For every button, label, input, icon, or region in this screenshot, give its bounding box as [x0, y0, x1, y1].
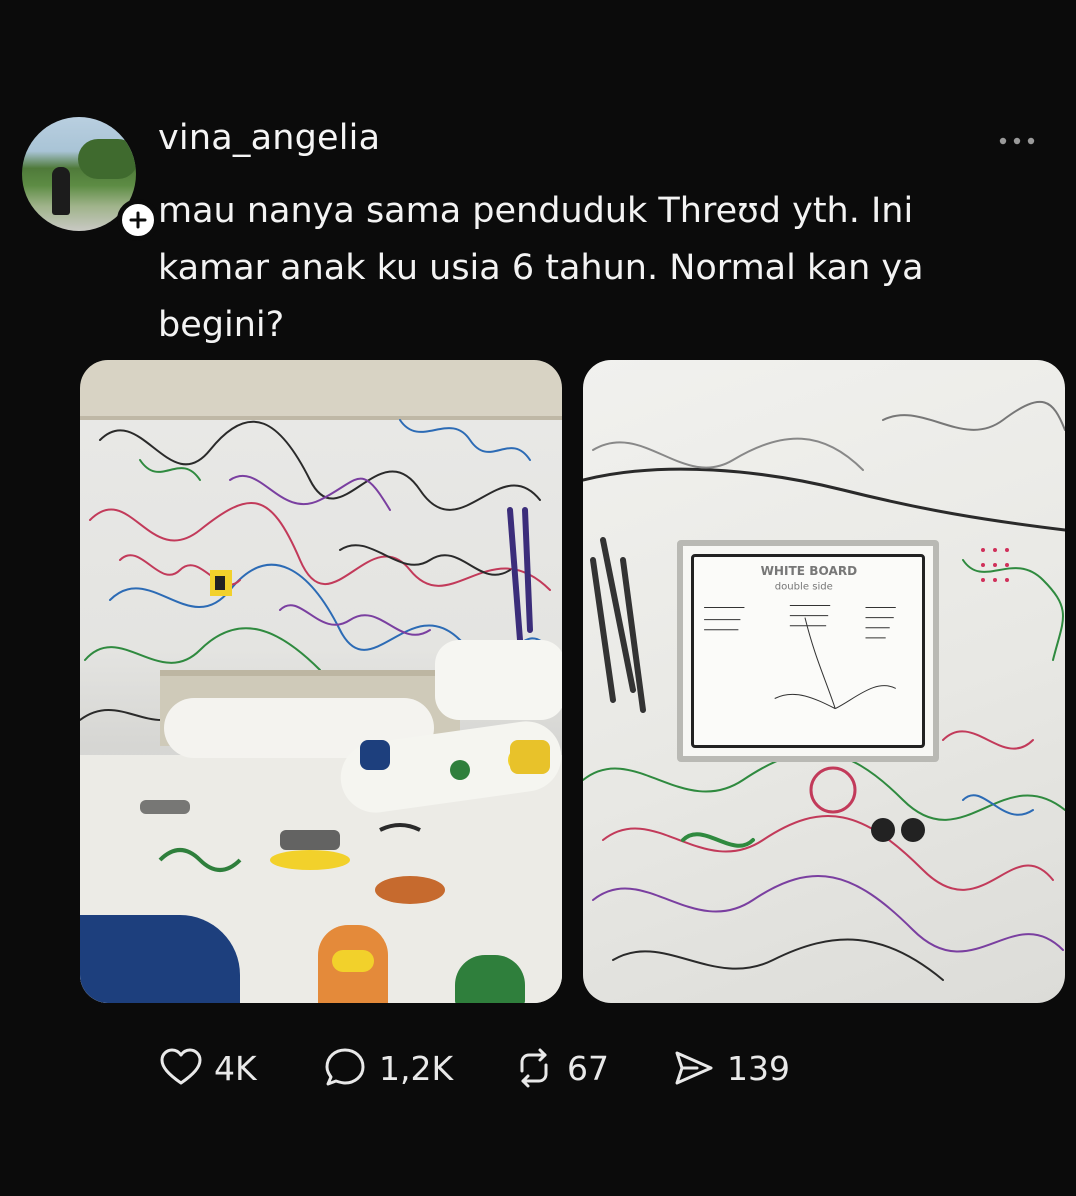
post-text-line: mau nanya sama penduduk Threʊd yth. Ini	[158, 191, 914, 231]
repost-arrows-icon	[520, 1048, 548, 1088]
post-image-1[interactable]	[80, 360, 562, 1003]
share-count: 139	[727, 1048, 790, 1088]
post-text-line: begini?	[158, 305, 285, 345]
post-text-line: kamar anak ku usia 6 tahun. Normal kan y…	[158, 248, 924, 288]
author-username[interactable]: vina_angelia	[158, 118, 380, 158]
like-button[interactable]: 4K	[158, 1045, 323, 1091]
post-actions-bar: 4K 1,2K 67 139	[158, 1040, 790, 1096]
repost-button[interactable]: 67	[511, 1045, 671, 1091]
reply-count: 1,2K	[379, 1048, 454, 1088]
thread-post: vina_angelia mau nanya sama penduduk Thr…	[0, 0, 1076, 1196]
whiteboard: WHITE BOARD double side	[677, 540, 939, 762]
reply-button[interactable]: 1,2K	[323, 1045, 511, 1091]
more-options-icon	[999, 137, 1035, 145]
whiteboard-title: WHITE BOARD	[761, 564, 858, 578]
share-button[interactable]: 139	[671, 1045, 790, 1091]
sheet-prints	[140, 740, 550, 904]
send-icon	[675, 1051, 713, 1085]
speech-bubble-icon	[325, 1048, 365, 1086]
post-body-text: mau nanya sama penduduk Threʊd yth. Ini …	[158, 183, 1028, 354]
follow-button[interactable]	[117, 199, 159, 241]
post-image-2[interactable]: WHITE BOARD double side	[583, 360, 1065, 1003]
heart-icon	[160, 1048, 202, 1085]
more-options-button[interactable]	[994, 126, 1040, 156]
plus-icon	[129, 211, 147, 229]
repost-count: 67	[567, 1048, 609, 1088]
whiteboard-subtitle: double side	[775, 581, 833, 592]
author-avatar-container	[22, 117, 159, 241]
like-count: 4K	[214, 1048, 257, 1088]
